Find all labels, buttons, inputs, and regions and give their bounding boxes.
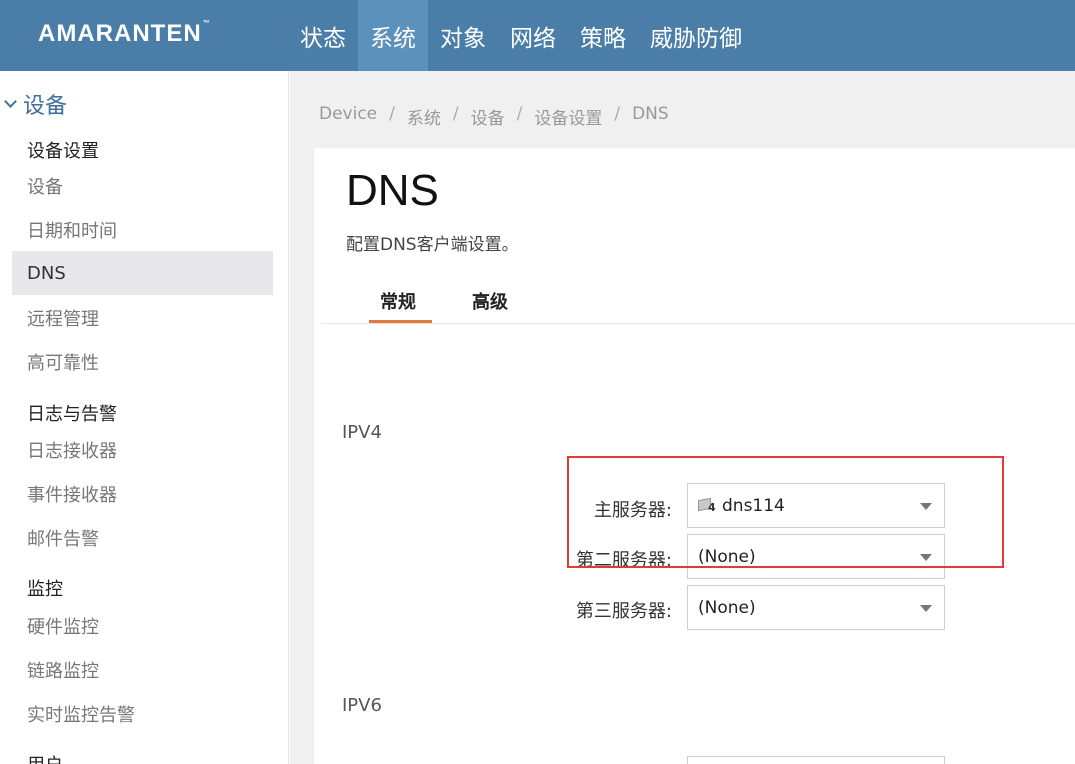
top-nav-bar: AMARANTEN™ 状态 系统 对象 网络 策略 威胁防御 bbox=[0, 0, 1075, 71]
sidebar: 设备 设备设置 设备 日期和时间 DNS 远程管理 高可靠性 日志与告警 日志接… bbox=[0, 71, 289, 764]
sidebar-item-remote-management[interactable]: 远程管理 bbox=[27, 305, 99, 331]
nav-objects[interactable]: 对象 bbox=[428, 0, 498, 71]
breadcrumb-separator: / bbox=[389, 104, 395, 124]
sidebar-item-event-receiver[interactable]: 事件接收器 bbox=[27, 481, 117, 507]
tab-general[interactable]: 常规 bbox=[380, 288, 416, 314]
dropdown-caret-icon bbox=[920, 503, 932, 510]
breadcrumb-device-cn[interactable]: 设备 bbox=[471, 104, 505, 129]
brand-logo[interactable]: AMARANTEN™ bbox=[38, 20, 211, 48]
page-description: 配置DNS客户端设置。 bbox=[346, 235, 519, 255]
sidebar-section-title: 设备 bbox=[23, 94, 68, 119]
tab-bar: 常规 高级 bbox=[321, 282, 1075, 324]
tertiary-server-value: (None) bbox=[698, 597, 756, 618]
section-ipv6-label: IPV6 bbox=[342, 695, 382, 716]
sidebar-item-device[interactable]: 设备 bbox=[27, 173, 63, 199]
dropdown-caret-icon bbox=[920, 605, 932, 612]
trademark-mark: ™ bbox=[202, 20, 211, 27]
tertiary-server-label: 第三服务器: bbox=[575, 601, 672, 622]
sidebar-item-mail-alert[interactable]: 邮件告警 bbox=[27, 525, 99, 551]
sidebar-item-realtime-alert[interactable]: 实时监控告警 bbox=[27, 701, 135, 727]
brand-logo-text: AMARANTEN bbox=[38, 20, 202, 47]
sidebar-group-user: 用户 bbox=[27, 751, 63, 764]
ipv6-primary-server-select[interactable] bbox=[687, 756, 945, 764]
nav-threat-defense[interactable]: 威胁防御 bbox=[638, 0, 754, 71]
breadcrumb: Device / 系统 / 设备 / 设备设置 / DNS bbox=[319, 104, 669, 129]
main-nav: 状态 系统 对象 网络 策略 威胁防御 bbox=[288, 0, 754, 71]
nav-status[interactable]: 状态 bbox=[288, 0, 358, 71]
breadcrumb-separator: / bbox=[452, 104, 459, 124]
primary-server-label: 主服务器: bbox=[593, 500, 672, 521]
sidebar-item-datetime[interactable]: 日期和时间 bbox=[27, 217, 117, 243]
sidebar-item-hardware-monitor[interactable]: 硬件监控 bbox=[27, 613, 99, 639]
sidebar-item-log-receiver[interactable]: 日志接收器 bbox=[27, 437, 117, 463]
nav-system[interactable]: 系统 bbox=[358, 0, 428, 71]
secondary-server-label: 第二服务器: bbox=[575, 550, 672, 571]
server-icon-badge: 4 bbox=[708, 501, 716, 514]
active-tab-indicator bbox=[369, 320, 432, 323]
sidebar-item-high-availability[interactable]: 高可靠性 bbox=[27, 349, 99, 375]
server-icon: 4 bbox=[698, 497, 717, 514]
tertiary-server-select[interactable]: (None) bbox=[687, 585, 945, 630]
page-title: DNS bbox=[346, 166, 439, 215]
nav-policy[interactable]: 策略 bbox=[568, 0, 638, 71]
nav-network[interactable]: 网络 bbox=[498, 0, 568, 71]
breadcrumb-device-settings[interactable]: 设备设置 bbox=[534, 104, 602, 129]
breadcrumb-system[interactable]: 系统 bbox=[407, 104, 441, 129]
secondary-server-value: (None) bbox=[698, 546, 756, 567]
main-content: Device / 系统 / 设备 / 设备设置 / DNS DNS 配置DNS客… bbox=[290, 71, 1075, 764]
primary-server-value: dns114 bbox=[722, 495, 785, 516]
section-ipv4-label: IPV4 bbox=[342, 422, 382, 443]
sidebar-item-link-monitor[interactable]: 链路监控 bbox=[27, 657, 99, 683]
primary-server-select[interactable]: 4 dns114 bbox=[687, 483, 945, 528]
breadcrumb-dns: DNS bbox=[632, 104, 669, 124]
chevron-down-icon bbox=[4, 94, 17, 108]
tab-advanced[interactable]: 高级 bbox=[472, 288, 508, 314]
sidebar-group-monitor: 监控 bbox=[27, 579, 63, 600]
content-panel: DNS 配置DNS客户端设置。 常规 高级 IPV4 主服务器: 4 dns11… bbox=[314, 148, 1075, 764]
secondary-server-select[interactable]: (None) bbox=[687, 534, 945, 579]
sidebar-group-logs: 日志与告警 bbox=[27, 404, 117, 425]
dropdown-caret-icon bbox=[920, 554, 932, 561]
sidebar-item-dns[interactable]: DNS bbox=[12, 251, 273, 295]
sidebar-section-device[interactable]: 设备 bbox=[2, 88, 67, 120]
breadcrumb-device[interactable]: Device bbox=[319, 104, 377, 129]
sidebar-group-device-settings: 设备设置 bbox=[27, 141, 99, 162]
breadcrumb-separator: / bbox=[516, 104, 523, 124]
breadcrumb-separator: / bbox=[614, 104, 621, 124]
